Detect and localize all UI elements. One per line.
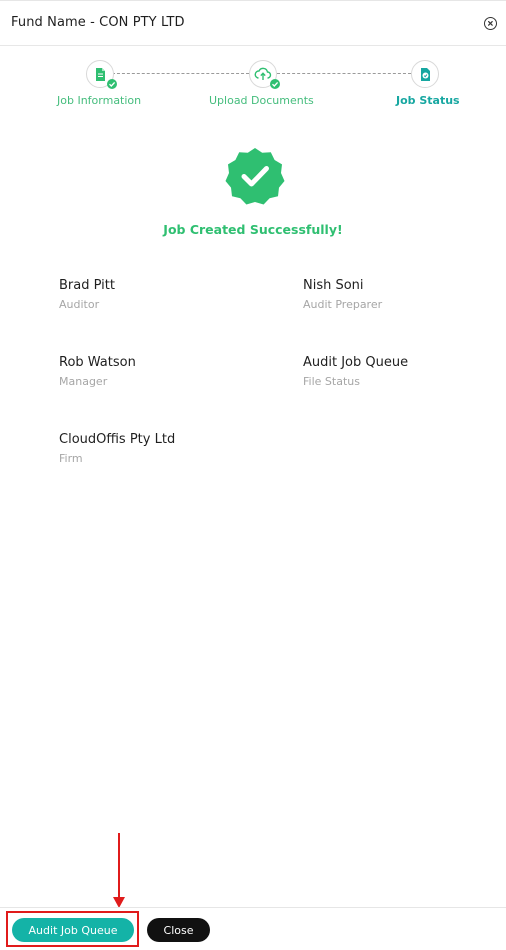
annotation-arrow <box>118 833 120 899</box>
stepper-connector <box>277 73 411 74</box>
detail-label: Manager <box>59 375 108 388</box>
close-circle-icon[interactable] <box>484 17 497 30</box>
job-status-icon <box>421 68 430 81</box>
detail-audit-preparer: Nish Soni Audit Preparer <box>303 278 382 311</box>
success-message: Job Created Successfully! <box>163 222 343 237</box>
step-label-job-status[interactable]: Job Status <box>396 94 460 107</box>
job-status-panel: Fund Name - CON PTY LTD Job Information … <box>0 0 506 950</box>
annotation-highlight <box>6 911 139 947</box>
verified-badge-icon <box>225 148 285 205</box>
step-label-job-information[interactable]: Job Information <box>57 94 141 107</box>
step-label-upload-documents[interactable]: Upload Documents <box>209 94 314 107</box>
detail-label: File Status <box>303 375 360 388</box>
detail-value: CloudOffis Pty Ltd <box>59 432 176 447</box>
panel-header: Fund Name - CON PTY LTD <box>0 1 506 46</box>
detail-label: Audit Preparer <box>303 298 383 311</box>
detail-value: Brad Pitt <box>59 278 115 293</box>
step-job-information[interactable] <box>86 60 117 89</box>
detail-manager: Rob Watson Manager <box>59 355 136 388</box>
detail-value: Audit Job Queue <box>303 355 409 370</box>
step-job-status[interactable] <box>411 60 439 88</box>
detail-firm: CloudOffis Pty Ltd Firm <box>59 432 175 465</box>
detail-label: Firm <box>59 452 83 465</box>
stepper-connector <box>112 73 249 74</box>
detail-label: Auditor <box>59 298 100 311</box>
step-upload-documents[interactable] <box>249 60 280 89</box>
check-icon <box>270 79 280 89</box>
detail-file-status: Audit Job Queue File Status <box>303 355 408 388</box>
close-button[interactable]: Close <box>147 918 210 942</box>
check-icon <box>107 79 117 89</box>
detail-auditor: Brad Pitt Auditor <box>59 278 115 311</box>
detail-value: Rob Watson <box>59 355 136 370</box>
detail-value: Nish Soni <box>303 278 364 293</box>
panel-title: Fund Name - CON PTY LTD <box>11 15 185 30</box>
